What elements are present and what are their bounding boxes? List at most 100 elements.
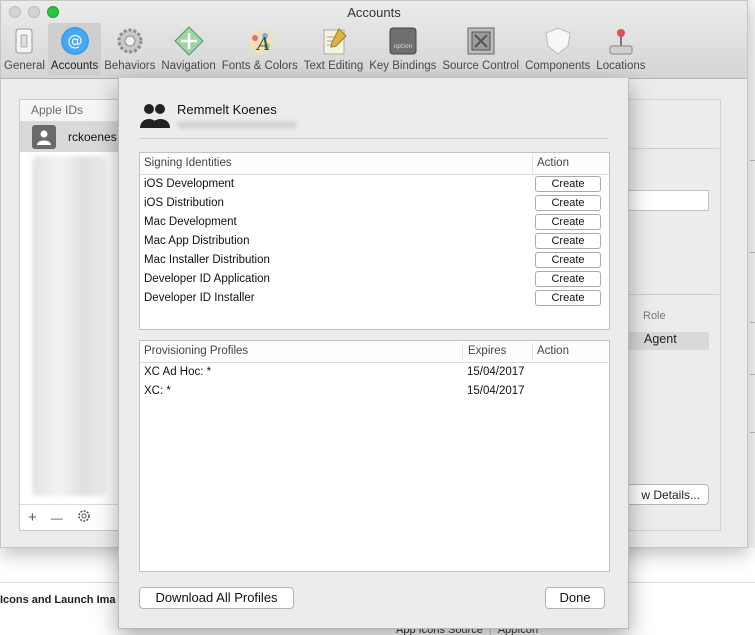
user-name: Remmelt Koenes: [177, 101, 277, 117]
tab-label: Fonts & Colors: [221, 60, 298, 72]
identity-name: Developer ID Installer: [144, 292, 255, 304]
table-row: Mac Development Create: [140, 213, 609, 232]
tick: [750, 374, 755, 375]
column-header-identity[interactable]: Signing Identities: [144, 157, 232, 169]
profile-name: XC Ad Hoc: *: [144, 366, 212, 378]
title-bar: Accounts General @ Accounts Behaviors Na…: [1, 1, 747, 79]
table-row[interactable]: XC: * 15/04/2017: [140, 382, 609, 401]
redacted-email: [177, 122, 297, 128]
table-row: iOS Distribution Create: [140, 194, 609, 213]
column-header-expires[interactable]: Expires: [468, 345, 506, 357]
tab-source-control[interactable]: Source Control: [439, 23, 522, 75]
tab-label: Accounts: [50, 60, 99, 72]
add-account-button[interactable]: +: [28, 509, 37, 526]
column-header-action[interactable]: Action: [537, 157, 569, 169]
tick: [750, 160, 755, 161]
svg-text:@: @: [67, 32, 82, 50]
notepad-pencil-icon: [318, 25, 350, 57]
tick: [750, 252, 755, 253]
signing-identities-table: Signing Identities Action iOS Developmen…: [139, 152, 610, 330]
download-all-profiles-button[interactable]: Download All Profiles: [139, 587, 294, 609]
view-details-button[interactable]: w Details...: [621, 484, 709, 505]
avatar-icon: [32, 125, 56, 149]
tab-general[interactable]: General: [1, 23, 48, 75]
tab-text-editing[interactable]: Text Editing: [301, 23, 366, 75]
account-details-panel: Role Agent w Details...: [621, 99, 721, 531]
window-title: Accounts: [347, 5, 401, 20]
divider: [629, 294, 719, 295]
apple-ids-header: Apple IDs: [20, 100, 128, 122]
profile-name: XC: *: [144, 385, 171, 397]
identity-name: Mac App Distribution: [144, 235, 250, 247]
tab-label: Text Editing: [303, 60, 364, 72]
identity-name: Developer ID Application: [144, 273, 270, 285]
identity-name: iOS Development: [144, 178, 235, 190]
divider: [629, 148, 719, 149]
tick: [750, 432, 755, 433]
gear-icon[interactable]: [77, 509, 91, 527]
detail-field[interactable]: [629, 190, 709, 211]
create-button[interactable]: Create: [535, 271, 601, 287]
role-column-header: Role: [643, 310, 666, 322]
apple-ids-footer: + —: [20, 504, 128, 530]
tick: [750, 322, 755, 323]
identity-name: iOS Distribution: [144, 197, 224, 209]
section-heading: Icons and Launch Ima: [0, 594, 116, 606]
tab-label: Locations: [596, 60, 646, 72]
profile-expiry: 15/04/2017: [467, 366, 525, 378]
profile-expiry: 15/04/2017: [467, 385, 525, 397]
create-button[interactable]: Create: [535, 290, 601, 306]
create-button[interactable]: Create: [535, 195, 601, 211]
create-button[interactable]: Create: [535, 233, 601, 249]
option-key-icon: option: [387, 25, 419, 57]
tab-navigation[interactable]: Navigation: [158, 23, 218, 75]
background-inspector-strip: [748, 0, 755, 548]
provisioning-profiles-table: Provisioning Profiles Expires Action XC …: [139, 340, 610, 572]
arrows-diamond-icon: [173, 25, 205, 57]
column-separator: [462, 343, 463, 361]
team-icon: [140, 104, 170, 128]
redacted-content: [32, 156, 106, 496]
identity-name: Mac Development: [144, 216, 237, 228]
tab-accounts[interactable]: @ Accounts: [47, 23, 102, 75]
create-button[interactable]: Create: [535, 252, 601, 268]
tab-label: Navigation: [161, 60, 216, 72]
role-value[interactable]: Agent: [629, 332, 709, 350]
gear-icon: [114, 25, 146, 57]
vault-icon: [465, 25, 497, 57]
table-row: Developer ID Application Create: [140, 270, 609, 289]
column-header-action[interactable]: Action: [537, 345, 569, 357]
column-separator: [532, 155, 533, 173]
table-header: Signing Identities Action: [140, 153, 609, 175]
shield-icon: [542, 25, 574, 57]
account-name: rckoenes: [68, 130, 117, 144]
account-row[interactable]: rckoenes: [20, 122, 128, 152]
column-header-profile[interactable]: Provisioning Profiles: [144, 345, 248, 357]
apple-ids-list: Apple IDs rckoenes + —: [19, 99, 129, 531]
table-row: Mac Installer Distribution Create: [140, 251, 609, 270]
tab-label: Source Control: [442, 60, 520, 72]
divider: [139, 138, 609, 139]
tab-behaviors[interactable]: Behaviors: [101, 23, 158, 75]
tab-label: Components: [525, 60, 591, 72]
tab-label: Key Bindings: [369, 60, 437, 72]
tab-components[interactable]: Components: [522, 23, 593, 75]
font-palette-icon: A: [244, 25, 276, 57]
tab-key-bindings[interactable]: option Key Bindings: [366, 23, 439, 75]
at-sign-icon: @: [59, 25, 91, 57]
remove-account-button[interactable]: —: [51, 511, 63, 525]
create-button[interactable]: Create: [535, 214, 601, 230]
done-button[interactable]: Done: [545, 587, 605, 609]
table-row[interactable]: XC Ad Hoc: * 15/04/2017: [140, 363, 609, 382]
create-button[interactable]: Create: [535, 176, 601, 192]
account-details-sheet: Remmelt Koenes Signing Identities Action…: [118, 78, 629, 629]
tab-label: General: [4, 60, 45, 72]
svg-text:A: A: [255, 34, 270, 55]
table-row: Developer ID Installer Create: [140, 289, 609, 308]
tab-locations[interactable]: Locations: [593, 23, 648, 75]
tab-fonts-colors[interactable]: A Fonts & Colors: [219, 23, 301, 75]
column-separator: [532, 343, 533, 361]
preferences-toolbar: General @ Accounts Behaviors Navigation: [1, 23, 747, 79]
tab-label: Behaviors: [104, 60, 156, 72]
joystick-icon: [605, 25, 637, 57]
